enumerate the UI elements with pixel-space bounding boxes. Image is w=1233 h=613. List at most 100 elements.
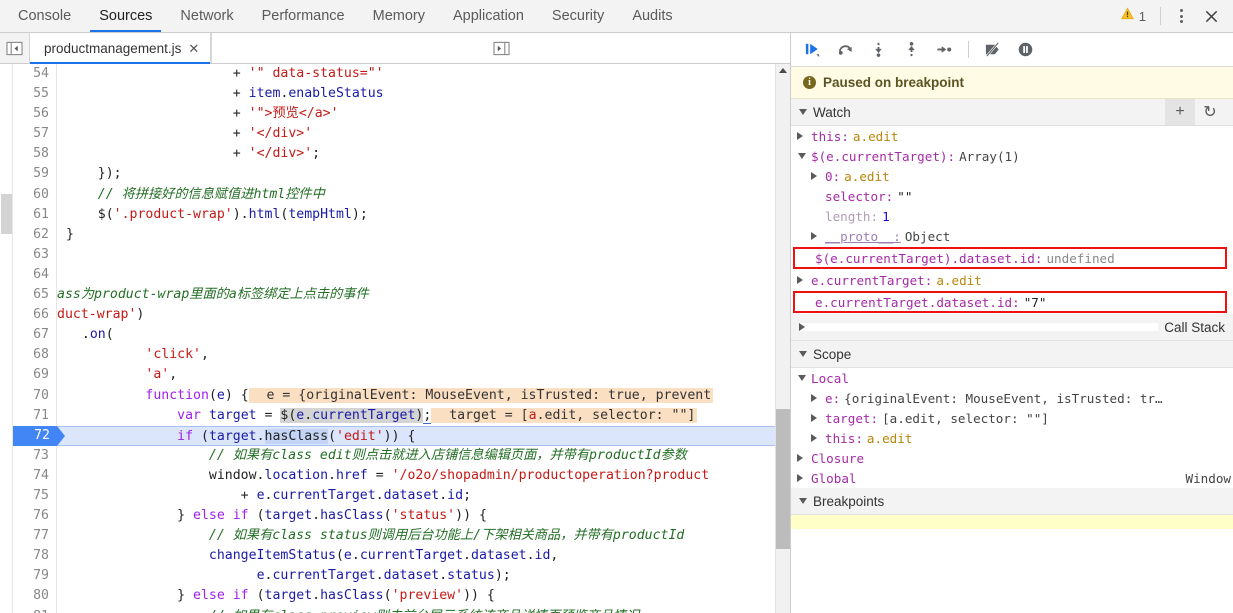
line-content[interactable]: } else if (target.hasClass('preview')) { bbox=[57, 586, 790, 606]
panel-tab-application[interactable]: Application bbox=[439, 0, 538, 32]
panel-tab-sources[interactable]: Sources bbox=[85, 0, 166, 32]
scope-tree[interactable]: Local e: {originalEvent: MouseEvent, isTr… bbox=[791, 368, 1233, 488]
watch-section-header[interactable]: Watch + ↻ bbox=[791, 99, 1233, 126]
line-content[interactable] bbox=[57, 265, 790, 285]
code-line[interactable]: 79 e.currentTarget.dataset.status); bbox=[13, 566, 790, 587]
tree-row[interactable]: e: {originalEvent: MouseEvent, isTrusted… bbox=[791, 388, 1233, 408]
line-content[interactable]: if (target.hasClass('edit')) { bbox=[57, 425, 790, 446]
tree-row[interactable]: Local bbox=[791, 368, 1233, 388]
code-line[interactable]: 56 + '">预览</a>' bbox=[13, 104, 790, 125]
line-number[interactable]: 67 bbox=[13, 325, 57, 346]
step-out-icon[interactable] bbox=[896, 37, 927, 63]
line-content[interactable]: 'click', bbox=[57, 345, 790, 365]
line-number[interactable]: 60 bbox=[13, 184, 57, 205]
chevron-right-icon[interactable] bbox=[811, 172, 821, 180]
code-line[interactable]: 80 } else if (target.hasClass('preview')… bbox=[13, 586, 790, 607]
file-tab-close-icon[interactable]: ✕ bbox=[188, 42, 199, 55]
tree-row[interactable]: Closure bbox=[791, 448, 1233, 468]
chevron-down-icon[interactable] bbox=[797, 375, 807, 381]
line-content[interactable]: duct-wrap') bbox=[57, 305, 790, 325]
code-line[interactable]: 81 // 如果有class preview则去前台展示系统该商品详情页预览商品… bbox=[13, 606, 790, 613]
line-number[interactable]: 72 bbox=[13, 425, 65, 446]
line-number[interactable]: 55 bbox=[13, 84, 57, 105]
refresh-watch-button[interactable]: ↻ bbox=[1195, 99, 1225, 125]
line-number[interactable]: 62 bbox=[13, 224, 57, 245]
line-content[interactable]: // 如果有class status则调用后台功能上/下架相关商品，并带有pro… bbox=[57, 526, 790, 546]
line-number[interactable]: 73 bbox=[13, 445, 57, 466]
warning-indicator[interactable]: 1 bbox=[1113, 7, 1154, 25]
tree-row[interactable]: $(e.currentTarget): Array(1) bbox=[791, 146, 1233, 166]
code-line-breakpoint[interactable]: 72 if (target.hasClass('edit')) { bbox=[13, 425, 790, 446]
show-debugger-icon[interactable] bbox=[211, 33, 790, 63]
code-line[interactable]: 54 + '" data-status="' bbox=[13, 64, 790, 85]
line-number[interactable]: 70 bbox=[13, 385, 57, 406]
line-number[interactable]: 71 bbox=[13, 405, 57, 426]
line-number[interactable]: 77 bbox=[13, 526, 57, 547]
line-content[interactable]: + '</div>'; bbox=[57, 144, 790, 164]
panel-tab-security[interactable]: Security bbox=[538, 0, 618, 32]
kebab-menu-icon[interactable] bbox=[1167, 2, 1195, 30]
line-content[interactable]: var target = $(e.currentTarget); target … bbox=[57, 406, 790, 426]
code-line[interactable]: 55 + item.enableStatus bbox=[13, 84, 790, 105]
step-icon[interactable] bbox=[929, 37, 960, 63]
chevron-right-icon[interactable] bbox=[797, 474, 807, 482]
code-line[interactable]: 58 + '</div>'; bbox=[13, 144, 790, 165]
code-line[interactable]: 68 'click', bbox=[13, 345, 790, 366]
code-line[interactable]: 69 'a', bbox=[13, 365, 790, 386]
deactivate-breakpoints-icon[interactable] bbox=[977, 37, 1008, 63]
close-icon[interactable] bbox=[1197, 2, 1225, 30]
code-line[interactable]: 57 + '</div>' bbox=[13, 124, 790, 145]
line-number[interactable]: 81 bbox=[13, 606, 57, 613]
tree-row[interactable]: Global Window bbox=[791, 468, 1233, 488]
line-number[interactable]: 59 bbox=[13, 164, 57, 185]
line-number[interactable]: 68 bbox=[13, 345, 57, 366]
panel-tab-audits[interactable]: Audits bbox=[618, 0, 686, 32]
tree-row[interactable]: length: 1 bbox=[791, 206, 1233, 226]
line-content[interactable]: changeItemStatus(e.currentTarget.dataset… bbox=[57, 546, 790, 566]
code-line[interactable]: 62} bbox=[13, 224, 790, 245]
code-line[interactable]: 66 duct-wrap') bbox=[13, 305, 790, 326]
line-number[interactable]: 75 bbox=[13, 485, 57, 507]
line-number[interactable]: 74 bbox=[13, 465, 57, 486]
code-line[interactable]: 60 // 将拼接好的信息赋值进html控件中 bbox=[13, 184, 790, 205]
scope-section-header[interactable]: Scope bbox=[791, 341, 1233, 368]
tree-row[interactable]: __proto__: Object bbox=[791, 226, 1233, 246]
code-line[interactable]: 61 $('.product-wrap').html(tempHtml); bbox=[13, 204, 790, 225]
code-line[interactable]: 67 .on( bbox=[13, 325, 790, 346]
chevron-right-icon[interactable] bbox=[797, 132, 807, 140]
code-line[interactable]: 74 window.location.href = '/o2o/shopadmi… bbox=[13, 465, 790, 486]
scroll-up-arrow-icon[interactable] bbox=[779, 68, 787, 73]
tree-row[interactable]: e.currentTarget: a.edit bbox=[791, 270, 1233, 290]
file-tab-productmanagement-js[interactable]: productmanagement.js ✕ bbox=[30, 33, 212, 64]
watch-expression-highlighted[interactable]: e.currentTarget.dataset.id: "7" bbox=[793, 291, 1227, 313]
step-over-icon[interactable] bbox=[830, 37, 861, 63]
line-content[interactable]: window.location.href = '/o2o/shopadmin/p… bbox=[57, 466, 790, 486]
line-content[interactable]: 'a', bbox=[57, 365, 790, 385]
line-content[interactable]: + '</div>' bbox=[57, 124, 790, 144]
code-line[interactable]: 64 bbox=[13, 264, 790, 286]
panel-tab-performance[interactable]: Performance bbox=[248, 0, 359, 32]
line-number[interactable]: 58 bbox=[13, 144, 57, 165]
chevron-right-icon[interactable] bbox=[811, 394, 821, 402]
line-content[interactable]: } bbox=[57, 225, 790, 245]
line-content[interactable]: // 如果有class preview则去前台展示系统该商品详情页预览商品情况 bbox=[57, 607, 790, 613]
line-number[interactable]: 64 bbox=[13, 264, 57, 286]
tree-row[interactable]: this: a.edit bbox=[791, 126, 1233, 146]
chevron-right-icon[interactable] bbox=[811, 434, 821, 442]
code-line[interactable]: 75 + e.currentTarget.dataset.id; bbox=[13, 485, 790, 507]
code-line[interactable]: 70 function(e) { e = {originalEvent: Mou… bbox=[13, 385, 790, 406]
line-content[interactable]: + '">预览</a>' bbox=[57, 104, 790, 124]
chevron-down-icon[interactable] bbox=[797, 153, 807, 159]
line-number[interactable]: 65 bbox=[13, 285, 57, 306]
chevron-right-icon[interactable] bbox=[811, 232, 821, 240]
line-content[interactable]: function(e) { e = {originalEvent: MouseE… bbox=[57, 386, 790, 406]
panel-tab-network[interactable]: Network bbox=[166, 0, 247, 32]
resume-icon[interactable] bbox=[797, 37, 828, 63]
add-watch-expression-button[interactable]: + bbox=[1165, 99, 1195, 125]
line-number[interactable]: 79 bbox=[13, 566, 57, 587]
code-line[interactable]: 76 } else if (target.hasClass('status'))… bbox=[13, 506, 790, 527]
line-content[interactable]: ass为product-wrap里面的a标签绑定上点击的事件 bbox=[57, 285, 790, 305]
code-line[interactable]: 65 ass为product-wrap里面的a标签绑定上点击的事件 bbox=[13, 285, 790, 306]
line-number[interactable]: 78 bbox=[13, 546, 57, 567]
line-content[interactable]: } else if (target.hasClass('status')) { bbox=[57, 506, 790, 526]
